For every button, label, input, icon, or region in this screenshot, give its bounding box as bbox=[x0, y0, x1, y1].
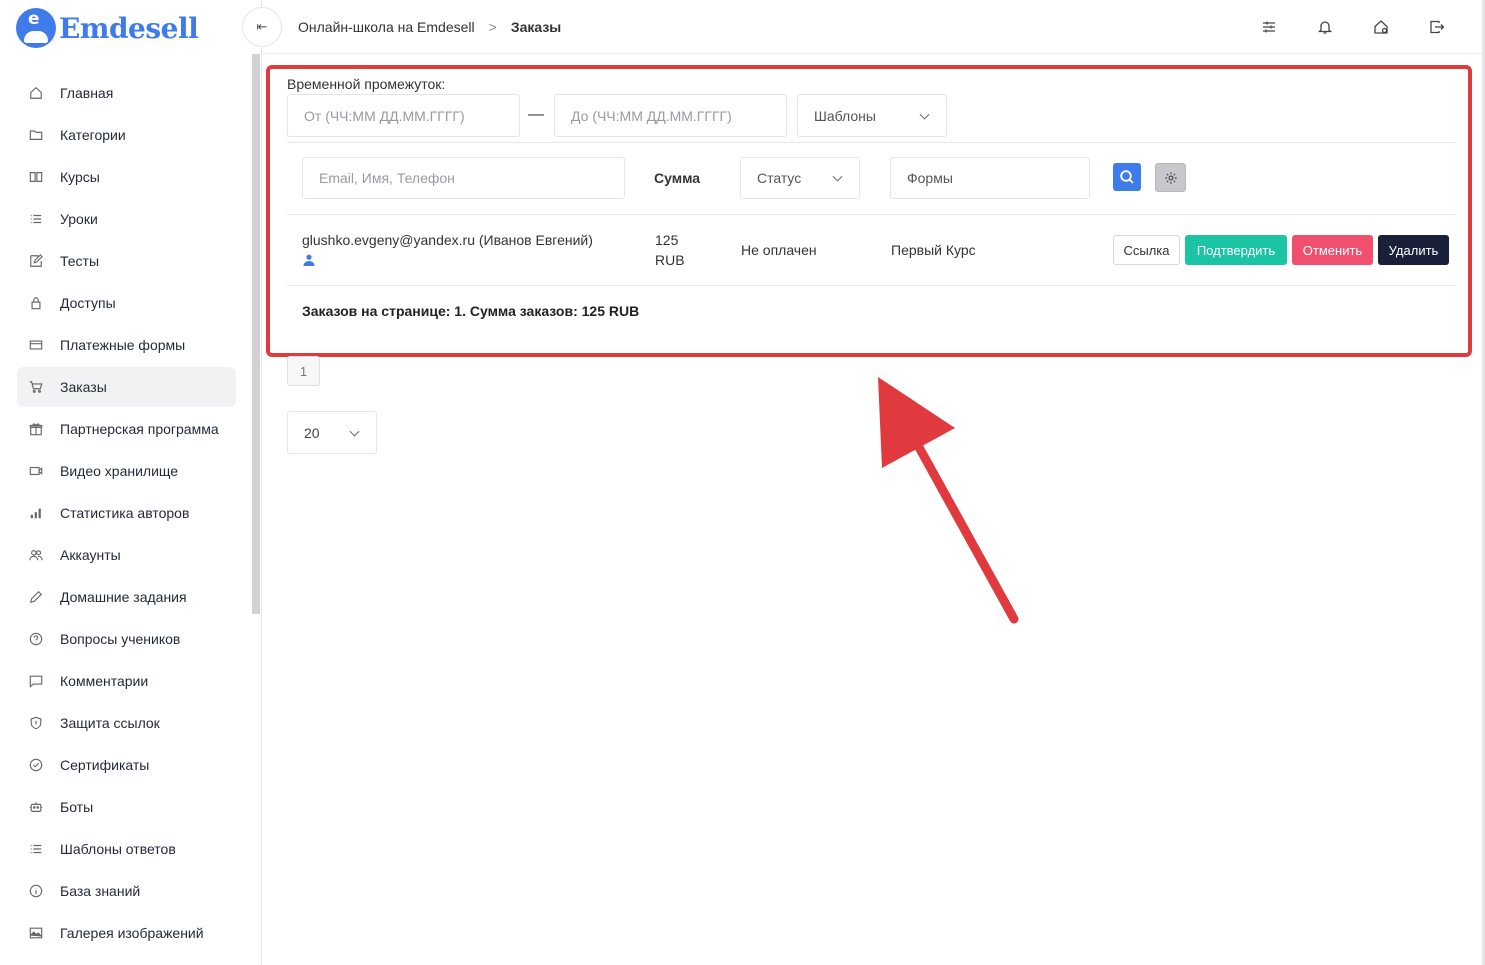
sidebar-item-label: База знаний bbox=[60, 883, 141, 899]
sidebar-item-label: Тесты bbox=[60, 253, 100, 269]
sidebar-item-tests[interactable]: Тесты bbox=[17, 241, 236, 281]
sidebar-item-label: Боты bbox=[60, 799, 94, 815]
sidebar-item-orders[interactable]: Заказы bbox=[17, 367, 236, 407]
sidebar-item-label: Категории bbox=[60, 127, 126, 143]
pagination-page-1[interactable]: 1 bbox=[287, 356, 320, 386]
collapse-icon: ⇤ bbox=[256, 19, 268, 34]
sidebar-item-label: Комментарии bbox=[60, 673, 149, 689]
sidebar-item-image-gallery[interactable]: Галерея изображений bbox=[17, 913, 236, 953]
bot-icon bbox=[28, 799, 44, 815]
shield-icon bbox=[28, 715, 44, 731]
sidebar-item-label: Галерея изображений bbox=[60, 925, 204, 941]
sidebar-item-certificates[interactable]: Сертификаты bbox=[17, 745, 236, 785]
sidebar-item-label: Домашние задания bbox=[60, 589, 187, 605]
top-bar: ⇤ Онлайн-школа на Emdesell > Заказы bbox=[242, 0, 1482, 54]
sidebar-item-knowledge-base[interactable]: База знаний bbox=[17, 871, 236, 911]
sidebar-scrollbar[interactable] bbox=[252, 54, 260, 614]
comment-icon bbox=[28, 673, 44, 689]
lock-icon bbox=[28, 295, 44, 311]
sidebar-item-lessons[interactable]: Уроки bbox=[17, 199, 236, 239]
sidebar-item-label: Платежные формы bbox=[60, 337, 186, 353]
sidebar-item-access[interactable]: Доступы bbox=[17, 283, 236, 323]
video-icon bbox=[28, 463, 44, 479]
sidebar-item-home[interactable]: Главная bbox=[17, 73, 236, 113]
sidebar-item-link-protection[interactable]: Защита ссылок bbox=[17, 703, 236, 743]
sidebar-item-courses[interactable]: Курсы bbox=[17, 157, 236, 197]
logo-icon: e bbox=[16, 8, 56, 48]
brand-name: Emdesell bbox=[59, 11, 199, 45]
sidebar-item-comments[interactable]: Комментарии bbox=[17, 661, 236, 701]
breadcrumb: Онлайн-школа на Emdesell > Заказы bbox=[298, 0, 561, 54]
gift-icon bbox=[28, 421, 44, 437]
breadcrumb-school[interactable]: Онлайн-школа на Emdesell bbox=[298, 19, 475, 35]
home-settings-icon[interactable] bbox=[1372, 18, 1390, 36]
sidebar-item-payment-forms[interactable]: Платежные формы bbox=[17, 325, 236, 365]
list-icon bbox=[28, 841, 44, 857]
sidebar-item-label: Заказы bbox=[60, 379, 107, 395]
sidebar-item-bots[interactable]: Боты bbox=[17, 787, 236, 827]
home-icon bbox=[28, 85, 44, 101]
sidebar-item-student-questions[interactable]: Вопросы учеников bbox=[17, 619, 236, 659]
per-page-value: 20 bbox=[304, 424, 320, 441]
credit-card-icon bbox=[28, 337, 44, 353]
settings-sliders-icon[interactable] bbox=[1260, 18, 1278, 36]
book-icon bbox=[28, 169, 44, 185]
bar-chart-icon bbox=[28, 505, 44, 521]
image-icon bbox=[28, 925, 44, 941]
sidebar-item-label: Уроки bbox=[60, 211, 98, 227]
sidebar-item-categories[interactable]: Категории bbox=[17, 115, 236, 155]
sidebar-item-label: Сертификаты bbox=[60, 757, 150, 773]
sidebar-item-label: Видео хранилище bbox=[60, 463, 179, 479]
highlight-frame bbox=[266, 65, 1472, 357]
pencil-icon bbox=[28, 589, 44, 605]
logout-icon[interactable] bbox=[1428, 18, 1446, 36]
sidebar-item-video-storage[interactable]: Видео хранилище bbox=[17, 451, 236, 491]
sidebar-item-label: Защита ссылок bbox=[60, 715, 160, 731]
per-page-select[interactable]: 20 bbox=[287, 411, 377, 454]
sidebar-item-homework[interactable]: Домашние задания bbox=[17, 577, 236, 617]
brand-logo[interactable]: e Emdesell bbox=[16, 8, 199, 48]
page-title: Заказы bbox=[510, 19, 562, 35]
sidebar: e Emdesell Главная Категории Курсы Уроки… bbox=[0, 0, 262, 965]
list-icon bbox=[28, 211, 44, 227]
sidebar-item-label: Доступы bbox=[60, 295, 116, 311]
sidebar-item-partners[interactable]: Партнерская программа bbox=[17, 409, 236, 449]
sidebar-item-label: Курсы bbox=[60, 169, 100, 185]
sidebar-item-author-stats[interactable]: Статистика авторов bbox=[17, 493, 236, 533]
sidebar-item-label: Вопросы учеников bbox=[60, 631, 181, 647]
edit-icon bbox=[28, 253, 44, 269]
top-icons bbox=[1260, 0, 1446, 54]
sidebar-item-label: Главная bbox=[60, 85, 114, 101]
sidebar-nav: Главная Категории Курсы Уроки Тесты Дост… bbox=[17, 73, 236, 955]
sidebar-item-label: Аккаунты bbox=[60, 547, 121, 563]
sidebar-item-reply-templates[interactable]: Шаблоны ответов bbox=[17, 829, 236, 869]
breadcrumb-chevron-icon: > bbox=[488, 19, 497, 35]
sidebar-item-accounts[interactable]: Аккаунты bbox=[17, 535, 236, 575]
sidebar-item-label: Шаблоны ответов bbox=[60, 841, 176, 857]
cart-icon bbox=[28, 379, 44, 395]
question-icon bbox=[28, 631, 44, 647]
chevron-down-icon bbox=[349, 426, 360, 437]
sidebar-item-label: Статистика авторов bbox=[60, 505, 190, 521]
folder-icon bbox=[28, 127, 44, 143]
info-icon bbox=[28, 883, 44, 899]
bell-icon[interactable] bbox=[1316, 18, 1334, 36]
sidebar-item-label: Партнерская программа bbox=[60, 421, 219, 437]
check-circle-icon bbox=[28, 757, 44, 773]
collapse-sidebar-button[interactable]: ⇤ bbox=[242, 7, 282, 47]
users-icon bbox=[28, 547, 44, 563]
